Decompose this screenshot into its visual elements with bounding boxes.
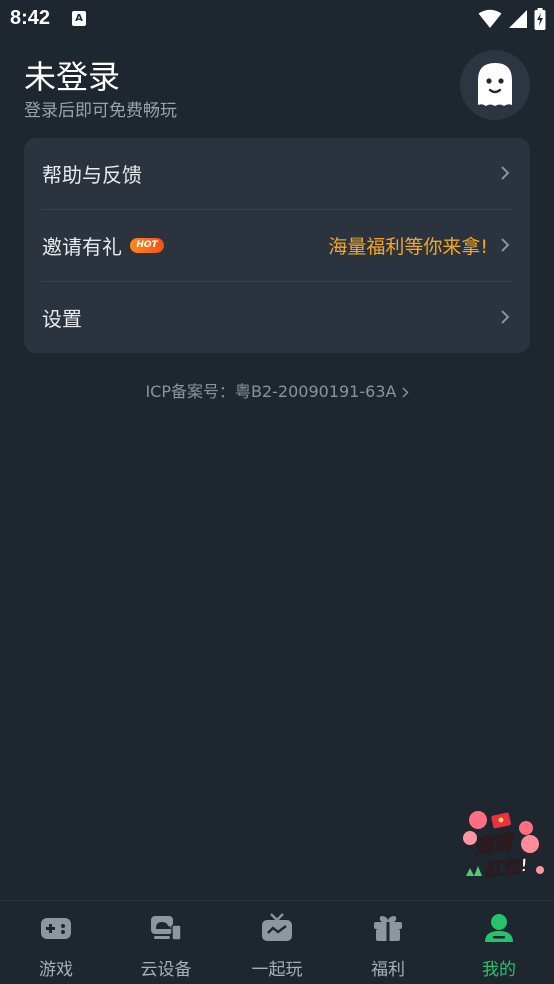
gift-icon [374,916,402,941]
login-hint-subtitle[interactable]: 登录后即可免费畅玩 [24,96,177,121]
chevron-right-icon [402,387,409,398]
menu-card: 帮助与反馈 邀请有礼 HOT 海量福利等你来拿! 设置 [24,138,530,353]
battery-icon [534,8,546,30]
tv-icon [262,913,292,941]
menu-item-invite[interactable]: 邀请有礼 HOT 海量福利等你来拿! [24,210,530,281]
nav-item-mine[interactable]: 我的 [444,901,554,984]
status-time: 8:42 [10,7,51,29]
gamepad-icon [41,918,71,939]
menu-item-settings[interactable]: 设置 [24,282,530,353]
nav-item-games[interactable]: 游戏 [1,901,111,984]
signal-icon [509,10,527,28]
status-indicators [478,8,546,30]
screen: 8:42 A 未登录 登录后即可免费畅玩 帮助与反馈 邀请有礼 HOT 海量福利… [0,0,554,984]
user-icon [485,914,513,942]
icp-link[interactable]: ICP备案号：粤B2-20090191-63A [0,378,554,402]
menu-item-label: 帮助与反馈 [42,163,142,187]
menu-item-help-feedback[interactable]: 帮助与反馈 [24,138,530,209]
chevron-right-icon [501,166,510,180]
nav-item-welfare[interactable]: 福利 [333,901,443,984]
nav-label: 一起玩 [251,960,303,980]
menu-item-label: 设置 [42,307,82,331]
ghost-avatar-icon [478,63,512,106]
nav-label: 我的 [482,960,516,980]
login-status-title[interactable]: 未登录 [24,52,120,98]
invite-red-packet-float[interactable]: 邀请 红包! [462,808,546,882]
notification-a-icon: A [72,11,86,26]
chevron-right-icon [501,310,510,324]
bottom-nav: 游戏 云设备 一起玩 福利 我的 [0,900,554,984]
avatar[interactable] [460,50,530,120]
nav-label: 福利 [371,960,405,980]
nav-item-play-together[interactable]: 一起玩 [222,901,332,984]
menu-item-label: 邀请有礼 [42,235,122,259]
status-bar: 8:42 A [0,0,554,40]
invite-promo-text: 海量福利等你来拿! [328,236,488,258]
nav-label: 游戏 [39,960,73,980]
icp-text: ICP备案号：粤B2-20090191-63A [145,382,397,401]
chevron-right-icon [501,238,510,252]
nav-item-cloud-device[interactable]: 云设备 [111,901,221,984]
wifi-icon [478,9,502,28]
hot-badge: HOT [130,238,164,253]
nav-label: 云设备 [140,960,192,980]
cloud-device-icon [151,916,182,941]
